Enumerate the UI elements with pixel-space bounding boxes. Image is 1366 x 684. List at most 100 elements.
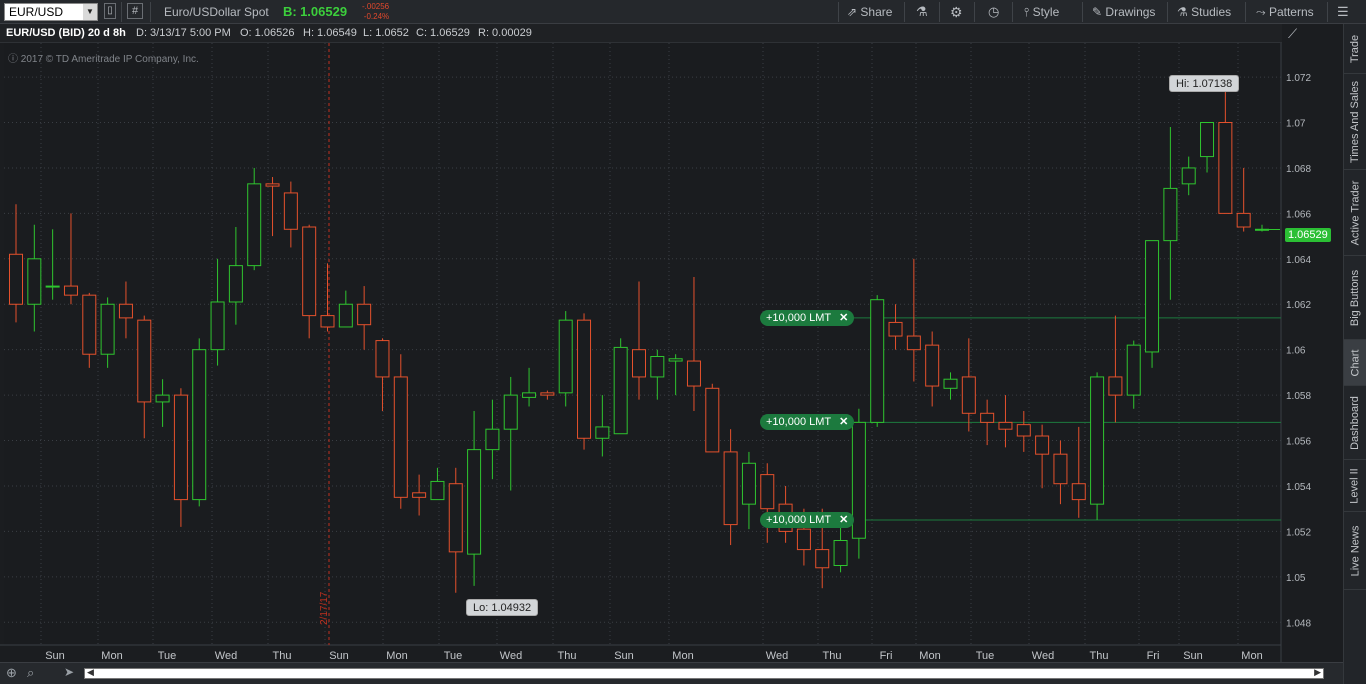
candle-body xyxy=(412,492,427,498)
candle-body xyxy=(467,449,482,555)
x-day-label: Tue xyxy=(444,650,463,662)
y-tick-label: 1.054 xyxy=(1286,482,1311,493)
bar-low: L: 1.0652 xyxy=(363,27,409,39)
candle-body xyxy=(1016,424,1031,437)
candle-body xyxy=(210,301,225,351)
candle-body xyxy=(577,319,592,439)
flask-icon: ⚗ xyxy=(1177,5,1188,19)
tab-label: Dashboard xyxy=(1349,395,1362,450)
candle-body xyxy=(1126,344,1141,396)
thinkorswim-chart-window: 1.072 1.07 1.068 1.066 1.064 1.062 1.06 1.058 1.… xyxy=(0,0,1366,684)
candle-body xyxy=(1071,483,1086,501)
x-day-label: Wed xyxy=(766,650,788,662)
price-chart[interactable]: 1.072 1.07 1.068 1.066 1.064 1.062 1.06 1.058 1.… xyxy=(0,0,1343,662)
candle-body xyxy=(155,394,170,403)
candle-body xyxy=(45,285,60,288)
candle-body xyxy=(1053,453,1068,485)
candle-body xyxy=(1218,122,1233,214)
patterns-button[interactable]: ⤳ Patterns xyxy=(1256,3,1314,21)
bar-high: H: 1.06549 xyxy=(303,27,357,39)
x-day-label: Sun xyxy=(614,650,634,662)
candle-body xyxy=(1108,376,1123,396)
candle-body xyxy=(1163,187,1178,242)
plot-area xyxy=(4,43,1281,645)
crosshair-icon[interactable]: ⊕ xyxy=(6,665,17,681)
candle-body xyxy=(686,360,701,387)
y-tick-label: 1.048 xyxy=(1286,618,1311,629)
flask-icon[interactable]: ⚗ xyxy=(916,3,928,21)
share-label: Share xyxy=(860,5,893,19)
candle-body xyxy=(723,451,738,526)
candle-body xyxy=(980,412,995,423)
tab-active-trader[interactable]: Active Trader xyxy=(1344,170,1366,256)
copyright-text: 2017 © TD Ameritrade IP Company, Inc. xyxy=(20,54,199,65)
x-day-label: Wed xyxy=(215,650,237,662)
candle-body xyxy=(943,378,958,389)
chevron-down-icon[interactable]: ▼ xyxy=(83,4,97,20)
drawings-label: Drawings xyxy=(1105,5,1156,19)
bid-label: B: xyxy=(283,4,297,19)
tab-live-news[interactable]: Live News xyxy=(1344,512,1366,590)
candle-body xyxy=(540,392,555,396)
order-label[interactable]: +10,000 LMT ✕ xyxy=(760,309,855,326)
order-label[interactable]: +10,000 LMT ✕ xyxy=(760,414,855,431)
x-day-label: Mon xyxy=(101,650,122,662)
x-day-label: Thu xyxy=(823,650,842,662)
share-button[interactable]: ⇗ Share xyxy=(847,3,892,21)
chart-scrollbar[interactable]: ◀ ▶ xyxy=(84,667,1324,679)
x-day-label: Sun xyxy=(1183,650,1203,662)
close-icon[interactable]: ✕ xyxy=(839,514,848,526)
scroll-left-icon[interactable]: ◀ xyxy=(87,667,94,678)
close-icon[interactable]: ✕ xyxy=(839,416,848,428)
tab-label: Trade xyxy=(1349,34,1362,63)
tab-label: Times And Sales xyxy=(1349,80,1362,163)
y-tick-label: 1.066 xyxy=(1286,209,1311,220)
clock-icon[interactable]: ◷ xyxy=(988,3,999,21)
x-day-label: Mon xyxy=(919,650,940,662)
style-button[interactable]: ⫯ Style xyxy=(1024,3,1059,21)
x-day-label: Mon xyxy=(386,650,407,662)
tab-level-ii[interactable]: Level II xyxy=(1344,460,1366,512)
x-day-label: Mon xyxy=(1241,650,1262,662)
candle-body xyxy=(1181,167,1196,185)
x-day-label: Wed xyxy=(500,650,522,662)
y-tick-label: 1.06 xyxy=(1286,346,1306,357)
x-day-label: Tue xyxy=(158,650,177,662)
tab-label: Active Trader xyxy=(1349,180,1361,245)
scroll-right-icon[interactable]: ▶ xyxy=(1314,667,1321,678)
drawings-button[interactable]: ✎ Drawings xyxy=(1092,3,1155,21)
studies-button[interactable]: ⚗ Studies xyxy=(1177,3,1231,21)
hash-icon[interactable]: # xyxy=(127,3,143,19)
gear-icon[interactable]: ⚙ xyxy=(950,3,963,21)
bar-range: R: 0.00029 xyxy=(478,27,532,39)
y-tick-label: 1.062 xyxy=(1286,300,1311,311)
x-day-label: Fri xyxy=(880,650,893,662)
candle-body xyxy=(632,349,646,378)
candle-body xyxy=(906,335,921,351)
menu-icon[interactable]: ☰ xyxy=(1337,3,1349,21)
chart-toolbar: EUR/USD ▼ ▯ # Euro/USDollar Spot B: 1.06… xyxy=(0,0,1366,24)
x-day-label: Thu xyxy=(1090,650,1109,662)
close-icon[interactable]: ✕ xyxy=(839,312,848,324)
studies-label: Studies xyxy=(1191,5,1232,19)
drawing-tool-icon[interactable]: ⟋ xyxy=(1288,26,1297,42)
candle-body xyxy=(338,303,353,328)
tab-trade[interactable]: Trade xyxy=(1344,24,1366,74)
tab-times-and-sales[interactable]: Times And Sales xyxy=(1344,74,1366,170)
tab-dashboard[interactable]: Dashboard xyxy=(1344,386,1366,460)
candle-body xyxy=(522,392,537,398)
candle-body xyxy=(613,346,628,435)
symbol-input[interactable]: EUR/USD ▼ xyxy=(4,3,98,21)
pointer-icon[interactable]: ➤ xyxy=(64,665,74,679)
y-tick-label: 1.064 xyxy=(1286,255,1311,266)
right-sidebar-tabs: Trade Times And Sales Active Trader Big But… xyxy=(1343,24,1366,684)
chart-title: EUR/USD (BID) 20 d 8h xyxy=(6,27,126,39)
link-icon[interactable]: ▯ xyxy=(104,3,116,19)
bar-date: D: 3/13/17 5:00 PM xyxy=(136,27,231,39)
tab-chart[interactable]: Chart xyxy=(1344,340,1366,386)
zoom-icon[interactable]: ⌕ xyxy=(27,665,34,681)
order-label[interactable]: +10,000 LMT ✕ xyxy=(760,512,855,529)
bar-close: C: 1.06529 xyxy=(416,27,470,39)
y-tick-label: 1.068 xyxy=(1286,164,1311,175)
tab-big-buttons[interactable]: Big Buttons xyxy=(1344,256,1366,340)
